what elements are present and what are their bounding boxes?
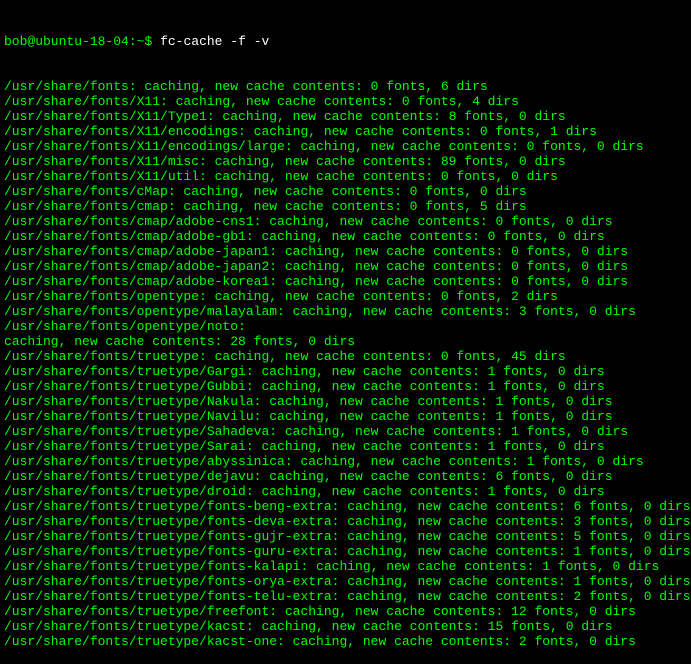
output-line: /usr/share/fonts/cmap/adobe-gb1: caching… bbox=[4, 229, 687, 244]
output-line: /usr/share/fonts/truetype/Navilu: cachin… bbox=[4, 409, 687, 424]
output-line: /usr/share/fonts/truetype/fonts-telu-ext… bbox=[4, 589, 687, 604]
output-line: /usr/share/fonts/truetype/kacst: caching… bbox=[4, 619, 687, 634]
output-line: /usr/share/fonts/cmap/adobe-japan2: cach… bbox=[4, 259, 687, 274]
prompt-symbol: $ bbox=[144, 34, 152, 49]
command-line: bob@ubuntu-18-04:~$ fc-cache -f -v bbox=[4, 34, 687, 49]
output-line: /usr/share/fonts/cmap/adobe-cns1: cachin… bbox=[4, 214, 687, 229]
output-line: /usr/share/fonts/X11: caching, new cache… bbox=[4, 94, 687, 109]
command-text: fc-cache -f -v bbox=[160, 34, 269, 49]
output-line: /usr/share/fonts/cmap/adobe-japan1: cach… bbox=[4, 244, 687, 259]
output-line: /usr/share/fonts/X11/misc: caching, new … bbox=[4, 154, 687, 169]
output-line: /usr/share/fonts: caching, new cache con… bbox=[4, 79, 687, 94]
output-line: /usr/share/fonts/cmap: caching, new cach… bbox=[4, 199, 687, 214]
output-line: /usr/share/fonts/truetype/fonts-deva-ext… bbox=[4, 514, 687, 529]
output-line: /usr/share/fonts/truetype/freefont: cach… bbox=[4, 604, 687, 619]
output-line: /usr/share/fonts/opentype/malayalam: cac… bbox=[4, 304, 687, 319]
output-line: /usr/share/fonts/truetype/Gargi: caching… bbox=[4, 364, 687, 379]
output-line: /usr/share/fonts/truetype/abyssinica: ca… bbox=[4, 454, 687, 469]
prompt-separator: : bbox=[129, 34, 137, 49]
output-line: /usr/share/fonts/truetype/Sarai: caching… bbox=[4, 439, 687, 454]
output-line: /usr/share/fonts/X11/util: caching, new … bbox=[4, 169, 687, 184]
output-line: /usr/share/fonts/X11/encodings/large: ca… bbox=[4, 139, 687, 154]
output-line: /usr/share/fonts/truetype/Nakula: cachin… bbox=[4, 394, 687, 409]
output-line: /usr/share/fonts/truetype/fonts-orya-ext… bbox=[4, 574, 687, 589]
prompt-user-host: bob@ubuntu-18-04 bbox=[4, 34, 129, 49]
output-line: /usr/share/fonts/truetype/fonts-gujr-ext… bbox=[4, 529, 687, 544]
output-line: /usr/share/fonts/X11/encodings: caching,… bbox=[4, 124, 687, 139]
output-line: /usr/share/fonts/opentype: caching, new … bbox=[4, 289, 687, 304]
output-line: /usr/share/fonts/truetype/Sahadeva: cach… bbox=[4, 424, 687, 439]
output-line: /usr/share/fonts/truetype/kacst-one: cac… bbox=[4, 634, 687, 649]
output-line: /usr/share/fonts/cmap/adobe-korea1: cach… bbox=[4, 274, 687, 289]
output-line: /usr/share/fonts/cMap: caching, new cach… bbox=[4, 184, 687, 199]
output-line: /usr/share/fonts/opentype/noto: bbox=[4, 319, 687, 334]
output-line: /usr/share/fonts/truetype/fonts-kalapi: … bbox=[4, 559, 687, 574]
output-line: /usr/share/fonts/truetype/Gubbi: caching… bbox=[4, 379, 687, 394]
output-line: /usr/share/fonts/truetype/droid: caching… bbox=[4, 484, 687, 499]
output-container: /usr/share/fonts: caching, new cache con… bbox=[4, 79, 687, 649]
terminal-window[interactable]: bob@ubuntu-18-04:~$ fc-cache -f -v /usr/… bbox=[4, 4, 687, 664]
output-line: /usr/share/fonts/truetype/fonts-beng-ext… bbox=[4, 499, 687, 514]
output-line: /usr/share/fonts/truetype/fonts-guru-ext… bbox=[4, 544, 687, 559]
output-line: /usr/share/fonts/X11/Type1: caching, new… bbox=[4, 109, 687, 124]
output-line: /usr/share/fonts/truetype/dejavu: cachin… bbox=[4, 469, 687, 484]
output-line: /usr/share/fonts/truetype: caching, new … bbox=[4, 349, 687, 364]
output-line: caching, new cache contents: 28 fonts, 0… bbox=[4, 334, 687, 349]
